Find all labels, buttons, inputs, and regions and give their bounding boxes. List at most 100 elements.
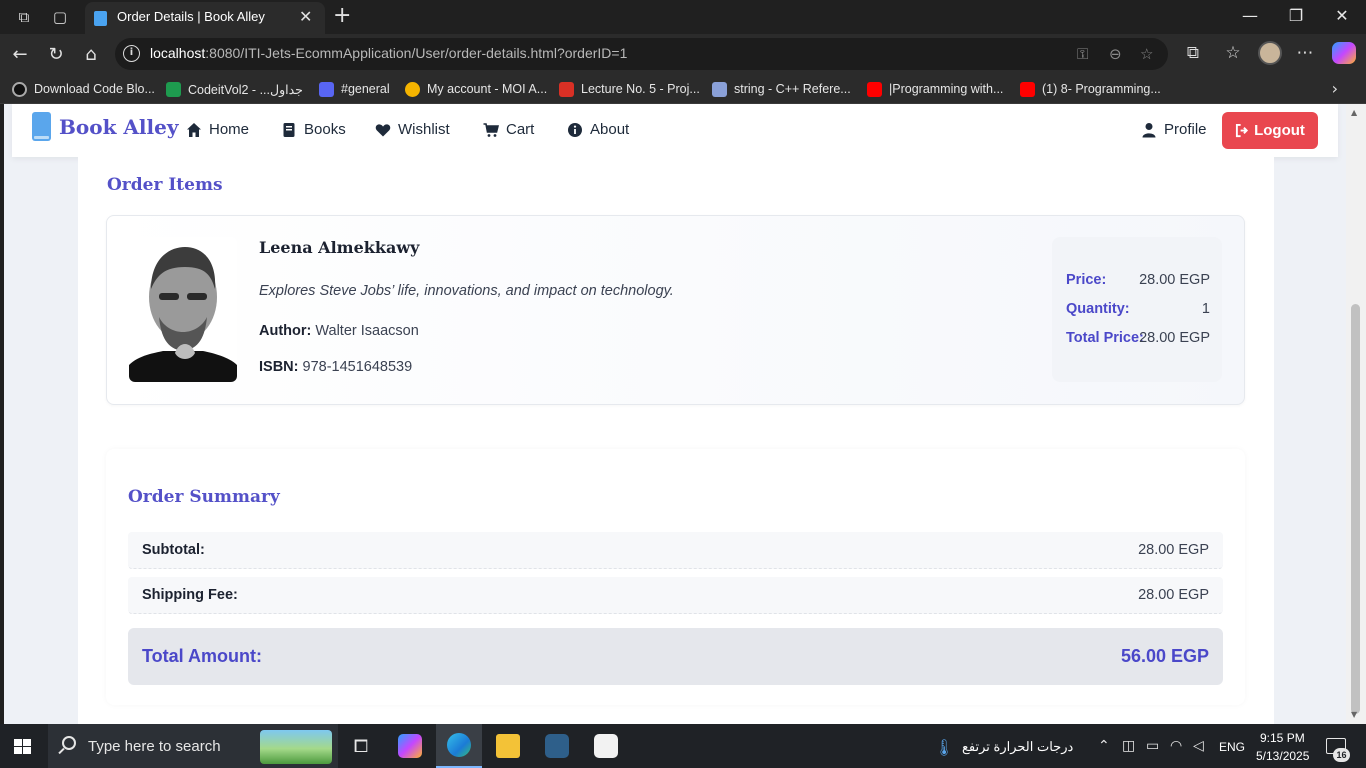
- book-icon: [283, 122, 295, 137]
- home-icon[interactable]: ⌂: [80, 43, 102, 65]
- bookmark-item[interactable]: My account - MOI A...: [405, 80, 547, 98]
- item-total-price: 28.00 EGP: [1139, 330, 1210, 346]
- total-amount-row: Total Amount: 56.00 EGP: [128, 628, 1223, 685]
- search-highlight-image: [260, 730, 332, 764]
- scroll-up-icon[interactable]: ▲: [1351, 108, 1357, 117]
- tab-favicon-icon: [94, 11, 107, 26]
- search-placeholder: Type here to search: [88, 738, 221, 755]
- favorites-icon[interactable]: ☆: [1222, 43, 1244, 63]
- favorite-star-icon[interactable]: ☆: [1140, 45, 1153, 63]
- bookmark-item[interactable]: Download Code Blo...: [12, 80, 155, 98]
- brand-link[interactable]: Book Alley: [32, 112, 178, 141]
- tab-close-icon[interactable]: ✕: [299, 7, 312, 26]
- browser-tab-bar: ⧉ ▢ Order Details | Book Alley ✕ + — ❐ ✕: [0, 0, 1366, 34]
- notification-count: 16: [1333, 748, 1350, 762]
- subtotal-value: 28.00 EGP: [1138, 542, 1209, 558]
- bookmark-item[interactable]: (1) 8- Programming...: [1020, 80, 1161, 98]
- discord-icon: [319, 81, 334, 97]
- nav-books[interactable]: Books: [281, 121, 346, 138]
- scrollbar-thumb[interactable]: [1351, 304, 1360, 714]
- chevron-right-icon[interactable]: ›: [1332, 79, 1338, 98]
- nav-home[interactable]: Home: [186, 121, 249, 138]
- order-details-container: Order Items Leena Almekkawy Explores Ste…: [78, 157, 1274, 724]
- order-summary-card: Order Summary Subtotal: 28.00 EGP Shippi…: [106, 449, 1245, 705]
- bookmark-item[interactable]: string - C++ Refere...: [712, 80, 851, 98]
- home-icon: [187, 122, 201, 137]
- youtube-icon: [1020, 81, 1035, 97]
- battery-icon[interactable]: ▭: [1146, 738, 1159, 754]
- bookmarks-bar: Download Code Blo... CodeitVol2 - ...جدا…: [0, 74, 1366, 104]
- nav-cart[interactable]: Cart: [483, 121, 534, 138]
- wifi-icon[interactable]: ◠: [1170, 738, 1182, 754]
- profile-avatar[interactable]: [1258, 41, 1282, 65]
- book-title: Leena Almekkawy: [259, 238, 420, 257]
- workspaces-icon[interactable]: ⧉: [14, 7, 34, 27]
- nav-wishlist[interactable]: Wishlist: [375, 121, 450, 138]
- youtube-icon: [867, 81, 882, 97]
- site-navbar: Book Alley Home Books Wishlist Cart Abou…: [12, 104, 1338, 157]
- nav-about[interactable]: About: [567, 121, 629, 138]
- task-view-icon[interactable]: ⧠: [338, 724, 384, 768]
- minimize-icon[interactable]: —: [1240, 6, 1260, 25]
- copilot-taskbar-icon[interactable]: [387, 724, 433, 768]
- item-quantity: 1: [1201, 301, 1210, 317]
- window-close-icon[interactable]: ✕: [1332, 6, 1352, 25]
- bookmark-icon: [12, 81, 27, 97]
- book-description: Explores Steve Jobs’ life, innovations, …: [259, 283, 674, 299]
- logout-button[interactable]: Logout: [1222, 112, 1318, 149]
- sheets-icon: [166, 81, 181, 97]
- back-icon[interactable]: ←: [9, 43, 31, 65]
- new-tab-icon[interactable]: +: [333, 3, 351, 28]
- book-cover-image: [129, 237, 237, 382]
- copilot-icon[interactable]: [1332, 42, 1356, 64]
- book-author: Author: Walter Isaacson: [259, 323, 419, 339]
- refresh-icon[interactable]: ↻: [45, 43, 67, 65]
- zoom-icon[interactable]: ⊖: [1109, 45, 1122, 63]
- java-app-icon[interactable]: [583, 724, 629, 768]
- clock-time[interactable]: 9:15 PM: [1260, 731, 1305, 745]
- more-menu-icon[interactable]: ⋯: [1294, 43, 1316, 63]
- subtotal-row: Subtotal: 28.00 EGP: [128, 532, 1223, 569]
- info-circle-icon: [568, 122, 582, 137]
- active-tab[interactable]: Order Details | Book Alley ✕: [85, 2, 325, 34]
- volume-icon[interactable]: ◁: [1193, 738, 1204, 754]
- file-explorer-icon[interactable]: [485, 724, 531, 768]
- search-icon: [62, 736, 76, 750]
- page-scrollbar[interactable]: ▲ ▼: [1346, 104, 1366, 724]
- camera-icon[interactable]: ◫: [1122, 738, 1135, 754]
- password-key-icon[interactable]: ⚿: [1077, 45, 1088, 63]
- heart-icon: [375, 123, 391, 136]
- site-info-icon[interactable]: i: [123, 45, 140, 62]
- windows-start-icon[interactable]: [14, 739, 32, 755]
- book-logo-icon: [32, 112, 51, 141]
- restore-icon[interactable]: ❐: [1286, 6, 1306, 25]
- order-items-title: Order Items: [107, 175, 223, 195]
- url-text[interactable]: localhost:8080/ITI-Jets-EcommApplication…: [150, 45, 627, 61]
- address-bar[interactable]: i localhost:8080/ITI-Jets-EcommApplicati…: [115, 38, 1168, 70]
- clock-date[interactable]: 5/13/2025: [1256, 749, 1309, 763]
- scroll-down-icon[interactable]: ▼: [1351, 710, 1357, 719]
- item-total-row: Total Price: 28.00 EGP: [1066, 330, 1210, 346]
- cart-icon: [483, 122, 499, 137]
- item-price-box: Price: 28.00 EGP Quantity: 1 Total Price…: [1052, 237, 1222, 382]
- item-price-row: Price: 28.00 EGP: [1066, 272, 1210, 288]
- weather-text[interactable]: درجات الحرارة ترتفع: [962, 739, 1073, 755]
- nav-profile[interactable]: Profile: [1141, 121, 1207, 138]
- address-toolbar: ← ↻ ⌂ i localhost:8080/ITI-Jets-EcommApp…: [0, 34, 1366, 74]
- chevron-up-icon[interactable]: ⌃: [1098, 738, 1110, 754]
- bookmark-item[interactable]: CodeitVol2 - ...جداول: [166, 80, 303, 98]
- tab-actions-icon[interactable]: ▢: [50, 7, 70, 27]
- item-price: 28.00 EGP: [1139, 272, 1210, 288]
- order-summary-title: Order Summary: [128, 487, 280, 507]
- edge-browser-icon[interactable]: [436, 724, 482, 768]
- extensions-icon[interactable]: ⧉: [1182, 43, 1204, 63]
- thermometer-icon: 🌡: [934, 738, 955, 757]
- bookmark-item[interactable]: Lecture No. 5 - Proj...: [559, 80, 700, 98]
- bookmark-item[interactable]: |Programming with...: [867, 80, 1003, 98]
- page-viewport: Book Alley Home Books Wishlist Cart Abou…: [4, 104, 1346, 724]
- mysql-workbench-icon[interactable]: [534, 724, 580, 768]
- language-indicator[interactable]: ENG: [1219, 740, 1245, 754]
- taskbar-search[interactable]: Type here to search: [48, 724, 338, 768]
- user-icon: [1142, 122, 1156, 137]
- bookmark-item[interactable]: #general: [319, 80, 390, 98]
